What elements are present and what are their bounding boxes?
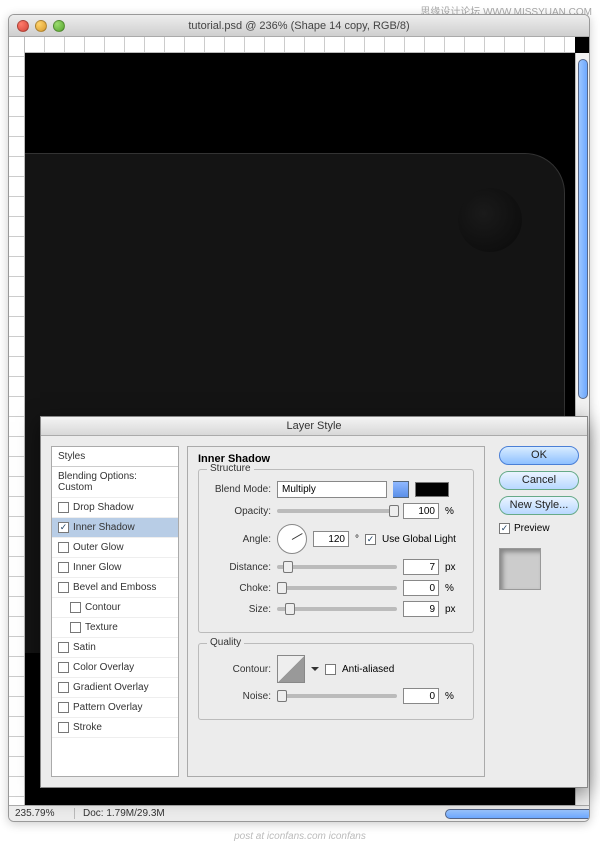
sidebar-outer-glow[interactable]: Outer Glow xyxy=(52,538,178,558)
structure-group: Structure Blend Mode: Multiply Opacity: … xyxy=(198,469,474,633)
choke-slider[interactable] xyxy=(277,586,397,590)
status-bar: 235.79% Doc: 1.79M/29.3M xyxy=(9,805,589,821)
distance-field[interactable] xyxy=(403,559,439,575)
choke-label: Choke: xyxy=(207,583,271,594)
sidebar-inner-shadow[interactable]: ✓Inner Shadow xyxy=(52,518,178,538)
percent-unit: % xyxy=(445,506,454,517)
new-style-button[interactable]: New Style... xyxy=(499,496,579,515)
contour-picker[interactable] xyxy=(277,655,305,683)
quality-group: Quality Contour: Anti-aliased Noise: % xyxy=(198,643,474,720)
px-unit: px xyxy=(445,562,456,573)
window-title: tutorial.psd @ 236% (Shape 14 copy, RGB/… xyxy=(9,20,589,32)
sidebar-color-overlay[interactable]: Color Overlay xyxy=(52,658,178,678)
sidebar-blending-options[interactable]: Blending Options: Custom xyxy=(52,467,178,498)
checkbox-icon[interactable] xyxy=(58,502,69,513)
dialog-buttons: OK Cancel New Style... ✓ Preview xyxy=(491,436,587,787)
preview-swatch xyxy=(499,548,541,590)
preview-checkbox[interactable]: ✓ xyxy=(499,523,510,534)
checkbox-icon[interactable] xyxy=(58,682,69,693)
cancel-button[interactable]: Cancel xyxy=(499,471,579,490)
opacity-slider[interactable] xyxy=(277,509,397,513)
ok-button[interactable]: OK xyxy=(499,446,579,465)
contour-label: Contour: xyxy=(207,664,271,675)
preview-label: Preview xyxy=(514,523,550,534)
angle-field[interactable] xyxy=(313,531,349,547)
checkbox-icon[interactable] xyxy=(58,722,69,733)
distance-label: Distance: xyxy=(207,562,271,573)
checkbox-icon[interactable] xyxy=(58,542,69,553)
percent-unit: % xyxy=(445,691,454,702)
noise-field[interactable] xyxy=(403,688,439,704)
angle-dial[interactable] xyxy=(277,524,307,554)
percent-unit: % xyxy=(445,583,454,594)
sidebar-pattern-overlay[interactable]: Pattern Overlay xyxy=(52,698,178,718)
antialiased-label: Anti-aliased xyxy=(342,664,394,675)
quality-label: Quality xyxy=(207,637,244,648)
sidebar-texture[interactable]: Texture xyxy=(52,618,178,638)
dialog-title: Layer Style xyxy=(41,417,587,436)
noise-slider[interactable] xyxy=(277,694,397,698)
sidebar-satin[interactable]: Satin xyxy=(52,638,178,658)
doc-size: Doc: 1.79M/29.3M xyxy=(75,808,165,819)
layer-style-dialog: Layer Style Styles Blending Options: Cus… xyxy=(40,416,588,788)
checkbox-icon[interactable] xyxy=(58,642,69,653)
noise-label: Noise: xyxy=(207,691,271,702)
checkbox-icon[interactable] xyxy=(58,562,69,573)
px-unit: px xyxy=(445,604,456,615)
sidebar-contour[interactable]: Contour xyxy=(52,598,178,618)
checkbox-icon[interactable] xyxy=(58,582,69,593)
dropdown-icon[interactable] xyxy=(311,667,319,675)
global-light-checkbox[interactable]: ✓ xyxy=(365,534,376,545)
opacity-field[interactable] xyxy=(403,503,439,519)
styles-header[interactable]: Styles xyxy=(52,447,178,467)
inner-shadow-panel: Inner Shadow Structure Blend Mode: Multi… xyxy=(187,446,485,777)
zoom-level[interactable]: 235.79% xyxy=(9,808,75,819)
checkbox-icon[interactable]: ✓ xyxy=(58,522,69,533)
dropdown-icon[interactable] xyxy=(393,481,409,498)
angle-label: Angle: xyxy=(207,534,271,545)
checkbox-icon[interactable] xyxy=(70,602,81,613)
checkbox-icon[interactable] xyxy=(58,662,69,673)
distance-slider[interactable] xyxy=(277,565,397,569)
footer-credit: post at iconfans.com iconfans xyxy=(0,831,600,842)
ruler-vertical[interactable] xyxy=(9,37,25,805)
structure-label: Structure xyxy=(207,463,254,474)
sidebar-inner-glow[interactable]: Inner Glow xyxy=(52,558,178,578)
scroll-thumb-v[interactable] xyxy=(578,59,588,399)
blend-mode-select[interactable]: Multiply xyxy=(277,481,387,498)
sidebar-gradient-overlay[interactable]: Gradient Overlay xyxy=(52,678,178,698)
size-slider[interactable] xyxy=(277,607,397,611)
scroll-thumb-h[interactable] xyxy=(445,809,590,819)
size-field[interactable] xyxy=(403,601,439,617)
blend-mode-label: Blend Mode: xyxy=(207,484,271,495)
degree-unit: ° xyxy=(355,534,359,545)
styles-list: Styles Blending Options: Custom Drop Sha… xyxy=(51,446,179,777)
antialiased-checkbox[interactable] xyxy=(325,664,336,675)
sidebar-stroke[interactable]: Stroke xyxy=(52,718,178,738)
size-label: Size: xyxy=(207,604,271,615)
checkbox-icon[interactable] xyxy=(58,702,69,713)
sidebar-bevel-emboss[interactable]: Bevel and Emboss xyxy=(52,578,178,598)
choke-field[interactable] xyxy=(403,580,439,596)
global-light-label: Use Global Light xyxy=(382,534,456,545)
sidebar-drop-shadow[interactable]: Drop Shadow xyxy=(52,498,178,518)
checkbox-icon[interactable] xyxy=(70,622,81,633)
ruler-horizontal[interactable] xyxy=(25,37,575,53)
opacity-label: Opacity: xyxy=(207,506,271,517)
titlebar[interactable]: tutorial.psd @ 236% (Shape 14 copy, RGB/… xyxy=(9,15,589,37)
blend-color-swatch[interactable] xyxy=(415,482,449,497)
